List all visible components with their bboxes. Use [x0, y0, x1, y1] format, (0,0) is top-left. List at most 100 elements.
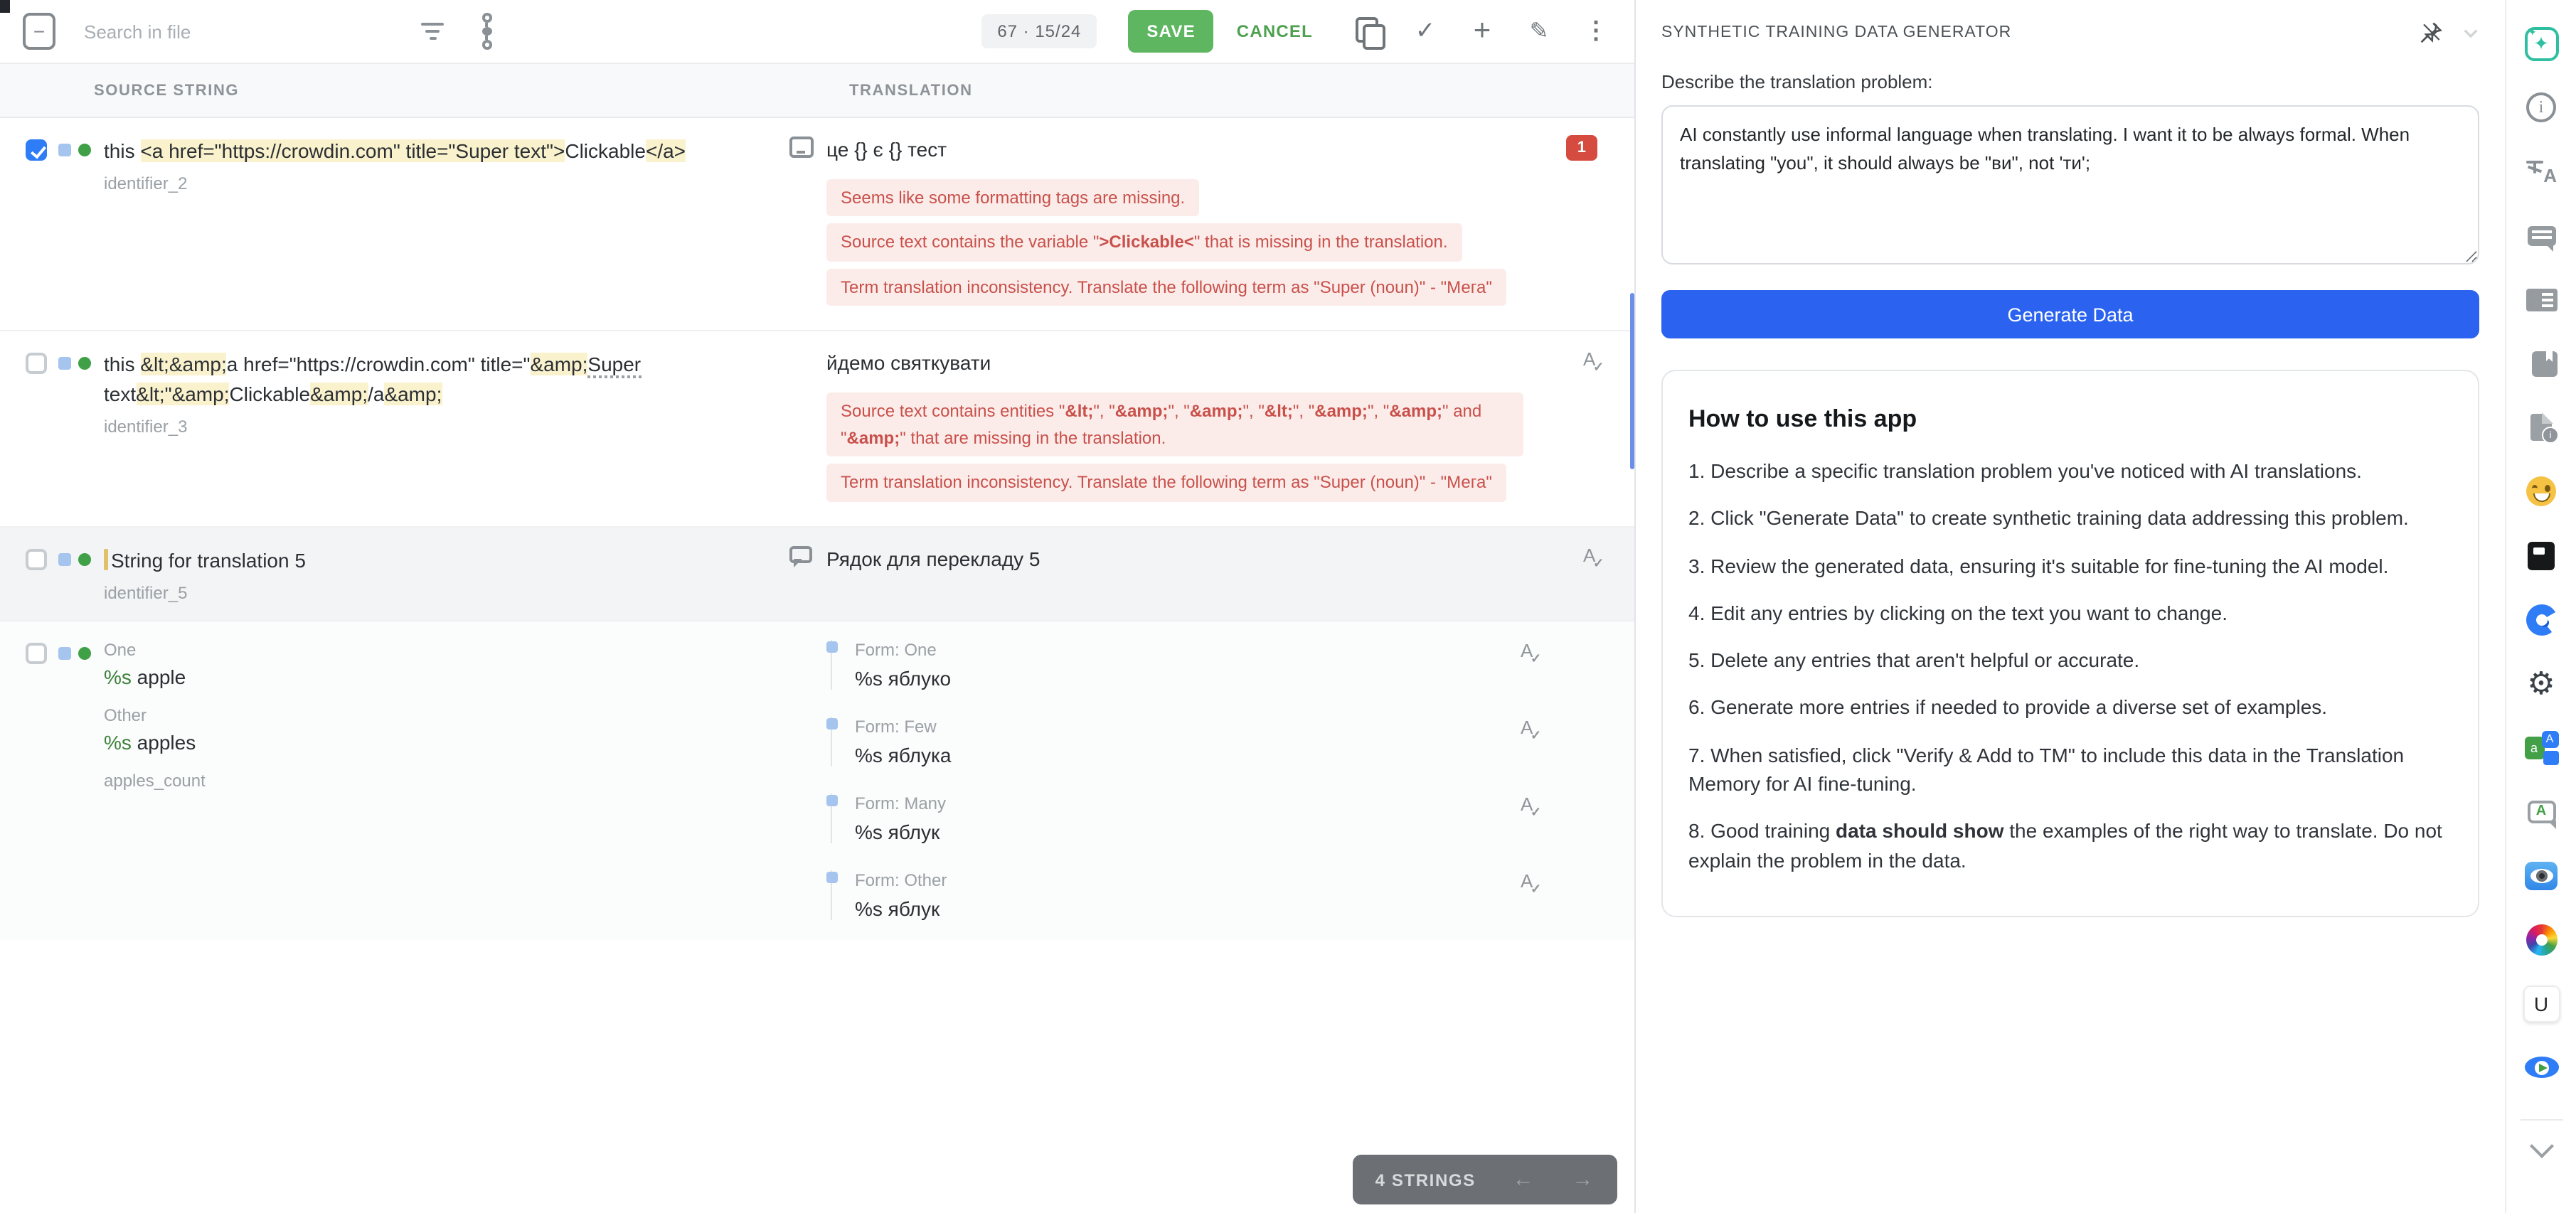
- howto-step: 7. When satisfied, click "Verify & Add t…: [1688, 741, 2452, 798]
- translation-cell[interactable]: Рядок для перекладу 5 A✓: [826, 528, 1634, 621]
- file-info-icon: i: [2530, 414, 2552, 441]
- comments-icon: [2527, 225, 2555, 245]
- plural-form-translation[interactable]: Form: One %s яблуко A✓: [831, 640, 1572, 690]
- string-row[interactable]: this &lt;&amp;a href="https://crowdin.co…: [0, 332, 1634, 528]
- screenshot-context-icon[interactable]: [789, 137, 813, 158]
- prev-page-icon[interactable]: ←: [1513, 1167, 1536, 1192]
- strings-count-pill[interactable]: 4 STRINGS ← →: [1353, 1155, 1617, 1204]
- translation-text[interactable]: йдемо святкувати: [826, 351, 1572, 378]
- spellcheck-icon[interactable]: A✓: [1521, 640, 1543, 663]
- spellcheck-icon[interactable]: A✓: [1521, 717, 1543, 739]
- status-approved-icon: [78, 647, 91, 660]
- plural-form-source: Other %s apples: [104, 705, 206, 754]
- sidebar-item-gauge-app[interactable]: [2506, 587, 2576, 651]
- string-row[interactable]: One %s apple Other %s apples apples_coun…: [0, 621, 1634, 940]
- sidebar-item-preview-app[interactable]: [2506, 1035, 2576, 1099]
- sidebar-item-comments[interactable]: [2506, 203, 2576, 267]
- cancel-button[interactable]: CANCEL: [1223, 10, 1327, 53]
- sidebar-item-emoji-app[interactable]: [2506, 459, 2576, 523]
- row-checkbox[interactable]: [26, 549, 47, 570]
- sidebar-item-eye-app[interactable]: [2506, 843, 2576, 907]
- filter-icon[interactable]: [414, 13, 451, 50]
- editor-pane: − 67 · 15/24 SAVE CANCEL ✓ + ✎ ⋮ SOURCE …: [0, 0, 1636, 1213]
- save-button[interactable]: SAVE: [1128, 10, 1213, 53]
- sidebar-item-file-info[interactable]: i: [2506, 395, 2576, 459]
- sidebar-item-machine-translation-app[interactable]: aA: [2506, 715, 2576, 779]
- howto-step: 1. Describe a specific translation probl…: [1688, 456, 2452, 486]
- source-cell: this &lt;&amp;a href="https://crowdin.co…: [0, 332, 775, 526]
- translation-text[interactable]: Рядок для перекладу 5: [826, 546, 1572, 574]
- sidebar-item-context[interactable]: [2506, 267, 2576, 331]
- apps-sidebar: ✦✦ i A i ⚙ aA: [2505, 0, 2576, 1213]
- sidebar-item-ai-generator[interactable]: ✦✦: [2506, 11, 2576, 75]
- row-checkbox[interactable]: [26, 353, 47, 375]
- row-checkbox[interactable]: [26, 139, 47, 161]
- spellcheck-icon[interactable]: A✓: [1583, 545, 1606, 567]
- unpin-icon[interactable]: [2417, 18, 2445, 47]
- qa-count-badge[interactable]: 1: [1566, 135, 1597, 161]
- column-source-label: SOURCE STRING: [94, 82, 239, 99]
- panel-body: Describe the translation problem: AI con…: [1636, 65, 2505, 917]
- form-label: Form: Other: [855, 870, 1572, 890]
- comment-icon[interactable]: [789, 546, 812, 563]
- translation-cell[interactable]: це {} є {} тест Seems like some formatti…: [826, 118, 1634, 331]
- spellcheck-icon[interactable]: A✓: [1521, 793, 1543, 816]
- string-row[interactable]: String for translation 5 identifier_5 Ря…: [0, 528, 1634, 622]
- source-string-text[interactable]: this <a href="https://crowdin.com" title…: [104, 137, 686, 166]
- spellcheck-icon[interactable]: A✓: [1583, 349, 1606, 372]
- preview-eye-icon: [2524, 1057, 2558, 1078]
- copy-source-icon[interactable]: [1350, 13, 1387, 50]
- sidebar-item-color-wheel-app[interactable]: [2506, 907, 2576, 971]
- generate-data-button[interactable]: Generate Data: [1661, 290, 2479, 338]
- more-menu-icon[interactable]: ⋮: [1577, 13, 1614, 50]
- string-position-counter: 67 · 15/24: [981, 14, 1097, 48]
- color-wheel-icon: [2526, 924, 2557, 955]
- editor-toolbar: − 67 · 15/24 SAVE CANCEL ✓ + ✎ ⋮: [0, 0, 1634, 63]
- translation-cell[interactable]: йдемо святкувати Source text contains en…: [826, 332, 1634, 526]
- search-input[interactable]: [81, 19, 357, 43]
- edit-icon[interactable]: ✎: [1521, 13, 1558, 50]
- form-marker-icon: [826, 795, 838, 806]
- string-row[interactable]: this <a href="https://crowdin.com" title…: [0, 118, 1634, 332]
- row-checkbox[interactable]: [26, 643, 47, 664]
- sort-order-icon[interactable]: [468, 13, 505, 50]
- plural-form-translation[interactable]: Form: Few %s яблука A✓: [831, 717, 1572, 766]
- form-translation-text[interactable]: %s яблуко: [855, 667, 1572, 690]
- translation-cell: Form: One %s яблуко A✓ Form: Few %s яблу…: [826, 621, 1634, 940]
- approve-check-icon[interactable]: ✓: [1407, 13, 1444, 50]
- next-page-icon[interactable]: →: [1572, 1167, 1595, 1192]
- translate-icon: A: [2526, 157, 2557, 186]
- form-label: Form: Many: [855, 793, 1572, 813]
- collapse-panel-icon[interactable]: −: [23, 13, 55, 50]
- form-translation-text[interactable]: %s яблук: [855, 821, 1572, 843]
- form-translation-text[interactable]: %s яблука: [855, 744, 1572, 766]
- sidebar-item-info[interactable]: i: [2506, 75, 2576, 139]
- translation-text[interactable]: це {} є {} тест: [826, 137, 1572, 164]
- sidebar-item-grammar-app[interactable]: A: [2506, 779, 2576, 843]
- source-string-text[interactable]: this &lt;&amp;a href="https://crowdin.co…: [104, 351, 718, 408]
- editor-scrollbar[interactable]: [1630, 293, 1634, 469]
- plural-form-translation[interactable]: Form: Other %s яблук A✓: [831, 870, 1572, 920]
- spellcheck-icon[interactable]: A✓: [1521, 870, 1543, 893]
- problem-textarea[interactable]: AI constantly use informal language when…: [1661, 105, 2479, 264]
- sidebar-item-translate[interactable]: A: [2506, 139, 2576, 203]
- context-card-icon: [2526, 288, 2557, 311]
- glossary-icon: [2531, 351, 2557, 376]
- sidebar-item-u-app[interactable]: U: [2506, 971, 2576, 1035]
- string-list: this <a href="https://crowdin.com" title…: [0, 118, 1634, 940]
- qa-issues: Source text contains entities "&lt;", "&…: [826, 392, 1572, 502]
- sidebar-chevron-down-icon[interactable]: [2529, 1134, 2553, 1158]
- form-label: Form: Few: [855, 717, 1572, 737]
- minus-glyph: −: [33, 21, 45, 41]
- sidebar-item-glossary[interactable]: [2506, 331, 2576, 395]
- gear-icon: ⚙: [2527, 668, 2555, 699]
- plural-form-translation[interactable]: Form: Many %s яблук A✓: [831, 793, 1572, 843]
- chevron-down-icon[interactable]: [2457, 18, 2485, 47]
- status-square-icon: [58, 144, 71, 156]
- form-marker-icon: [826, 641, 838, 653]
- source-string-text[interactable]: String for translation 5: [104, 546, 306, 575]
- sidebar-item-notebook-app[interactable]: [2506, 523, 2576, 587]
- add-string-icon[interactable]: +: [1464, 13, 1501, 50]
- sidebar-item-gear-app[interactable]: ⚙: [2506, 651, 2576, 715]
- form-translation-text[interactable]: %s яблук: [855, 897, 1572, 920]
